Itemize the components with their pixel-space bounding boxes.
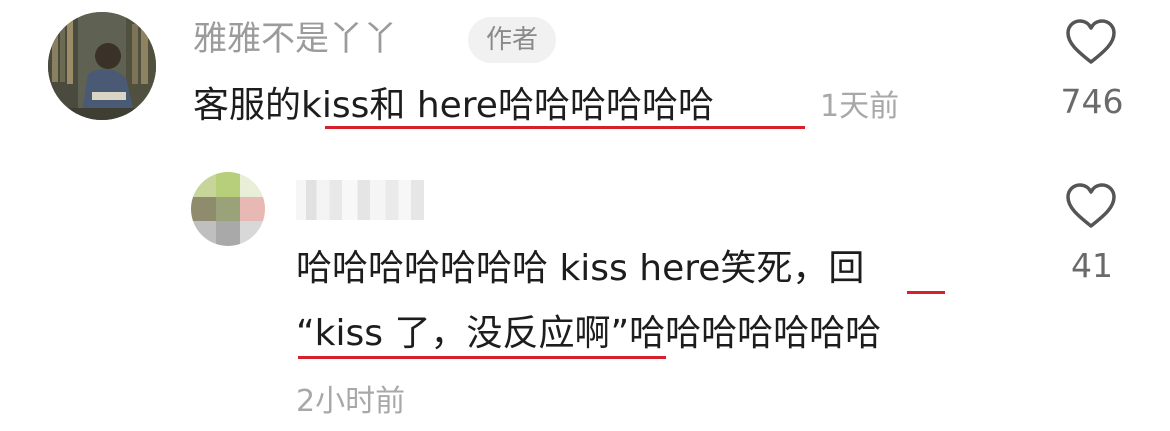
heart-icon[interactable] — [1065, 182, 1117, 230]
comment-text-prefix: 客服的 — [193, 85, 302, 126]
reply-line1-text: 哈哈哈哈哈哈哈 kiss here笑死， — [296, 248, 829, 289]
avatar-image — [48, 12, 156, 120]
heart-icon[interactable] — [1065, 18, 1117, 66]
comment-time: 1天前 — [820, 89, 900, 124]
underline-mark — [907, 291, 945, 294]
reply-like-count: 41 — [1071, 246, 1113, 285]
comment-like-count: 746 — [1060, 82, 1124, 121]
reply-time: 2小时前 — [296, 384, 406, 419]
comment-text-underlined: kiss和 here哈哈哈哈哈哈 — [301, 85, 714, 126]
commenter-avatar[interactable] — [48, 12, 156, 120]
reply-avatar[interactable] — [191, 172, 265, 246]
reply-text-line1: 哈哈哈哈哈哈哈 kiss here笑死，回 — [296, 243, 864, 295]
author-badge: 作者 — [468, 17, 557, 63]
reply-username-blurred[interactable] — [296, 180, 424, 220]
comment-text: 客服的kiss和 here哈哈哈哈哈哈 — [193, 80, 714, 132]
underline-mark — [298, 356, 666, 359]
reply-line2-underlined: “kiss 了，没反应啊” — [296, 313, 630, 354]
reply-text-line2: “kiss 了，没反应啊”哈哈哈哈哈哈哈 — [296, 308, 881, 360]
reply-line2-text: 哈哈哈哈哈哈哈 — [629, 313, 882, 354]
reply-line1-underlined: 回 — [828, 248, 865, 289]
commenter-username[interactable]: 雅雅不是丫丫 — [193, 14, 397, 64]
underline-mark — [325, 126, 805, 129]
